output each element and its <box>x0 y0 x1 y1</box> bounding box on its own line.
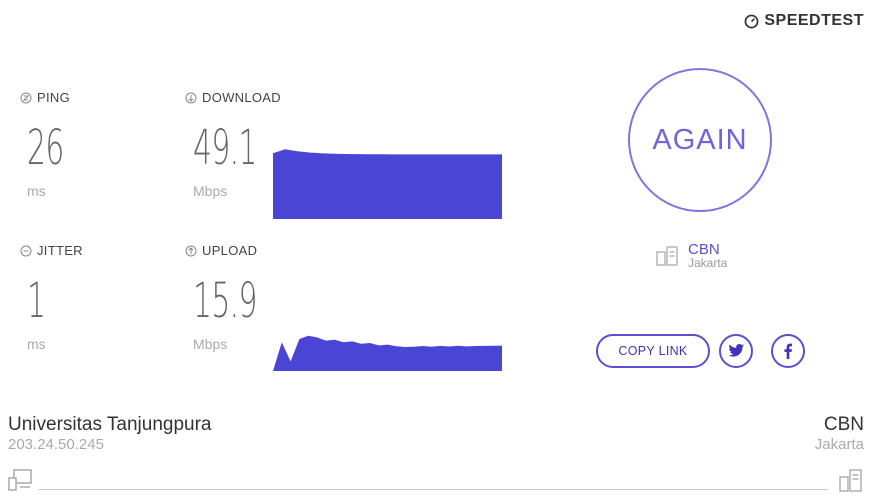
progress-track <box>38 489 828 490</box>
server-name: CBN <box>688 241 720 258</box>
server-location: Jakarta <box>688 256 728 270</box>
ping-icon <box>20 92 32 103</box>
gauge-icon <box>744 14 759 28</box>
upload-chart <box>273 335 502 371</box>
client-info: Universitas Tanjungpura 203.24.50.245 <box>8 414 212 454</box>
facebook-button[interactable] <box>771 334 805 368</box>
download-value: 49.1 <box>193 120 257 176</box>
facebook-icon <box>784 343 793 359</box>
upload-area <box>273 335 502 371</box>
host-location: Jakarta <box>814 436 864 453</box>
host-name: CBN <box>823 414 864 435</box>
upload-arrow-icon <box>185 245 197 256</box>
jitter-unit: ms <box>27 336 46 352</box>
jitter-label: JITTER <box>20 243 83 258</box>
ping-label: PING <box>20 90 70 105</box>
computer-icon <box>8 469 32 491</box>
download-arrow-icon <box>185 92 197 103</box>
twitter-button[interactable] <box>719 334 753 368</box>
host-info: CBN Jakarta <box>815 414 864 454</box>
upload-label: UPLOAD <box>185 243 257 258</box>
upload-unit: Mbps <box>193 336 228 352</box>
jitter-icon <box>20 245 32 256</box>
brand-name: SPEEDTEST <box>764 12 864 29</box>
download-unit: Mbps <box>193 183 228 199</box>
server-icon <box>656 246 678 266</box>
server-icon <box>839 469 862 492</box>
download-area <box>273 149 502 219</box>
server-selector[interactable]: CBN Jakarta <box>656 242 727 270</box>
ping-value: 26 <box>27 120 64 176</box>
jitter-value: 1 <box>27 273 46 329</box>
twitter-icon <box>727 344 744 357</box>
copy-link-button[interactable]: COPY LINK <box>596 334 710 368</box>
download-chart <box>273 149 502 219</box>
again-button[interactable]: AGAIN <box>628 68 772 212</box>
client-isp: Universitas Tanjungpura <box>8 414 212 435</box>
ping-unit: ms <box>27 183 46 199</box>
download-label: DOWNLOAD <box>185 90 281 105</box>
upload-value: 15.9 <box>193 273 257 329</box>
client-ip: 203.24.50.245 <box>8 436 104 453</box>
speedtest-logo: SPEEDTEST <box>744 12 864 30</box>
